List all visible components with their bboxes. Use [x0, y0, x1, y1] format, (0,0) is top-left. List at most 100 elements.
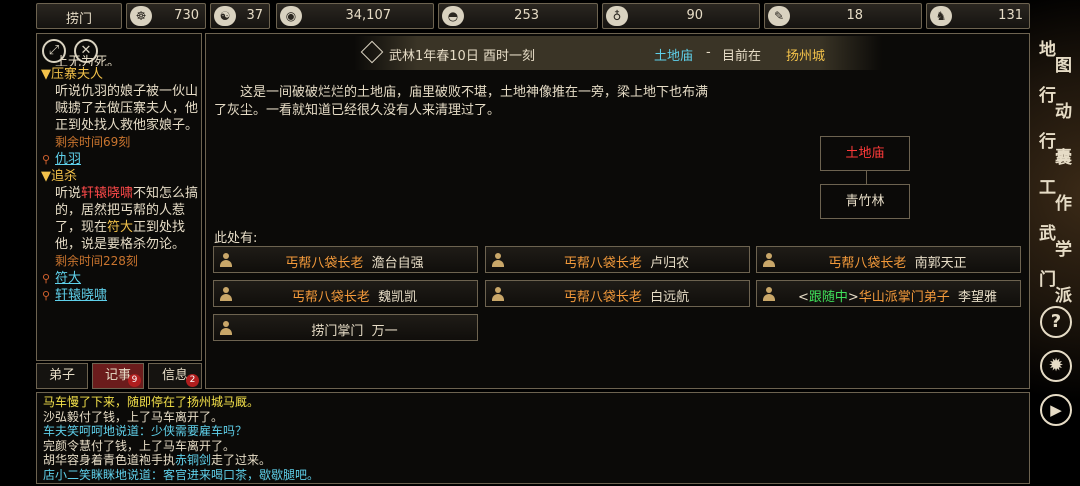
tab-disciples[interactable]: 弟子 [36, 363, 88, 389]
log-line: 车夫笑呵呵地说道：少侠需要雇车吗？ [43, 424, 1023, 439]
npc-entry[interactable]: 丐帮八袋长老 魏凯凯 [213, 280, 478, 307]
menu-char: 囊 [1055, 148, 1072, 168]
menu-char: 地 [1039, 40, 1056, 60]
quest-target-link[interactable]: ⚲ 符大 [41, 270, 199, 287]
quest-list[interactable]: 上无为死。 ▼压寨夫人 听说仇羽的娘子被一伙山贼掳了去做压寨夫人，他正到处找人救… [41, 55, 199, 304]
map-node-current[interactable]: 土地庙 [820, 136, 910, 171]
location-pin-icon: ⚲ [42, 153, 51, 166]
map-node-exit[interactable]: 青竹林 [820, 184, 910, 219]
stat-food[interactable]: ◓ 253 [438, 3, 598, 29]
menu-martial-button[interactable]: 武学 [1036, 222, 1076, 260]
link-label: 轩辕晓啸 [55, 288, 108, 303]
help-icon[interactable]: ? [1040, 306, 1072, 338]
npc-name: 卢归农 [650, 256, 690, 271]
tab-messages[interactable]: 信息 2 [148, 363, 202, 389]
sect-name: 捞门 [65, 12, 92, 27]
log-line: 胡华容身着青色道袍手执赤铜剑走了过来。 [43, 453, 1023, 468]
food-bowl-icon: ◓ [442, 6, 464, 26]
stat-gourd[interactable]: ♁ 90 [602, 3, 760, 29]
menu-action-button[interactable]: 行动 [1036, 84, 1076, 122]
sect-name-badge[interactable]: 捞门 [36, 3, 122, 29]
log-line: 完颜令慧付了钱，上了马车离开了。 [43, 439, 1023, 454]
header-separator: - [706, 45, 711, 60]
npc-entry[interactable]: 丐帮八袋长老 卢归农 [485, 246, 750, 273]
stat-scroll[interactable]: ✎ 18 [764, 3, 922, 29]
npc-rank: 丐帮八袋长老 [563, 256, 642, 271]
scroll-icon: ✎ [768, 6, 790, 26]
npc-entry[interactable]: 丐帮八袋长老 澹台自强 [213, 246, 478, 273]
location-header: 武林1年春10日 酉时一刻 土地庙 - 目前在 扬州城 [354, 36, 882, 70]
npc-name: 南郭天正 [914, 256, 967, 271]
menu-char: 门 [1039, 270, 1056, 290]
quest-target-link[interactable]: ⚲ 仇羽 [41, 151, 199, 168]
npc-rank: 捞门掌门 [311, 324, 364, 339]
menu-sect-button[interactable]: 门派 [1036, 268, 1076, 306]
stat-yinyang[interactable]: ☯ 37 [210, 3, 270, 29]
location-pin-icon: ⚲ [42, 272, 51, 285]
menu-char: 学 [1055, 240, 1072, 260]
npc-rank: 丐帮八袋长老 [828, 256, 907, 271]
follow-bracket: < [797, 290, 809, 305]
current-prefix: 目前在 [722, 49, 762, 64]
stat-value: 90 [686, 8, 703, 23]
npc-entry[interactable]: 捞门掌门 万一 [213, 314, 478, 341]
follow-status: 跟随中 [808, 290, 848, 305]
quest-title[interactable]: ▼压寨夫人 [41, 66, 199, 83]
menu-map-button[interactable]: 地图 [1036, 38, 1076, 76]
yin-yang-icon: ☯ [214, 6, 236, 26]
horse-icon: ♞ [930, 6, 952, 26]
npc-entry-following[interactable]: <跟随中>华山派掌门弟子 李望雅 [756, 280, 1021, 307]
menu-work-button[interactable]: 工作 [1036, 176, 1076, 214]
desc-text: 听说 [55, 186, 82, 201]
location-description: 这是一间破破烂烂的土地庙，庙里破败不堪，土地神像推在一旁，梁上地下也布满了灰尘。… [214, 85, 709, 118]
quest-time-remaining: 剩余时间69刻 [55, 135, 131, 149]
link-label: 仇羽 [55, 152, 82, 167]
stat-value: 253 [514, 8, 539, 23]
npc-entry[interactable]: 丐帮八袋长老 南郭天正 [756, 246, 1021, 273]
menu-char: 图 [1055, 56, 1072, 76]
location-name: 土地庙 [654, 49, 694, 64]
log-line: 沙弘毅付了钱，上了马车离开了。 [43, 410, 1023, 425]
npc-name: 魏凯凯 [378, 290, 418, 305]
menu-char: 动 [1055, 102, 1072, 122]
person-icon [220, 253, 232, 267]
tab-records[interactable]: 记事 9 [92, 363, 144, 389]
log-text: 完颜令慧付了钱，上了马车离开了。 [43, 438, 236, 453]
money-bag-icon: ☸ [130, 6, 152, 26]
stat-value: 37 [246, 8, 263, 23]
log-text: 马车慢了下来，随即停在了扬州城马厩。 [43, 395, 260, 409]
stat-money[interactable]: ☸ 730 [126, 3, 206, 29]
location-panel: 武林1年春10日 酉时一刻 土地庙 - 目前在 扬州城 这是一间破破烂烂的土地庙… [205, 33, 1030, 389]
current-city: 扬州城 [786, 49, 826, 64]
quest-title[interactable]: ▼追杀 [41, 168, 199, 185]
play-icon[interactable]: ▶ [1040, 394, 1072, 426]
menu-char: 作 [1055, 194, 1072, 214]
person-icon [220, 321, 232, 335]
menu-char: 行 [1039, 86, 1056, 106]
settings-gear-icon[interactable]: ✹ [1040, 350, 1072, 382]
stat-value: 18 [846, 8, 863, 23]
npc-name: 李望雅 [958, 290, 998, 305]
person-icon [492, 253, 504, 267]
npc-rank: 丐帮八袋长老 [285, 256, 364, 271]
desc-highlight: 符大 [107, 220, 134, 235]
stat-horse[interactable]: ♞ 131 [926, 3, 1030, 29]
menu-char: 工 [1039, 178, 1056, 198]
quest-target-link[interactable]: ⚲ 轩辕晓啸 [41, 287, 199, 304]
log-text: 走了过来。 [211, 453, 272, 467]
npc-entry[interactable]: 丐帮八袋长老 白远航 [485, 280, 750, 307]
log-text: 车夫笑呵呵地说道：少侠需要雇车吗？ [43, 424, 248, 438]
quest-description: 听说轩辕晓啸不知怎么搞的，居然把丐帮的人惹了，现在符大正到处找他，说是要格杀勿论… [41, 185, 199, 253]
map-connector [866, 171, 867, 184]
quest-description: 听说仇羽的娘子被一伙山贼掳了去做压寨夫人，他正到处找人救他家娘子。 [55, 84, 199, 133]
top-stat-bar: 捞门 ☸ 730 ☯ 37 ◉ 34,107 ◓ 253 ♁ 90 ✎ 18 ♞… [36, 3, 1030, 29]
menu-char: 行 [1039, 132, 1056, 152]
message-log[interactable]: 马车慢了下来，随即停在了扬州城马厩。 沙弘毅付了钱，上了马车离开了。 车夫笑呵呵… [36, 392, 1030, 484]
notification-badge: 2 [186, 374, 199, 387]
stat-coins[interactable]: ◉ 34,107 [276, 3, 434, 29]
quest-cutoff-line: 上无为死。 [55, 55, 121, 66]
menu-bag-button[interactable]: 行囊 [1036, 130, 1076, 168]
calendar-diamond-icon [360, 40, 384, 64]
left-tabs: 弟子 记事 9 信息 2 [36, 363, 202, 389]
person-icon [763, 253, 775, 267]
